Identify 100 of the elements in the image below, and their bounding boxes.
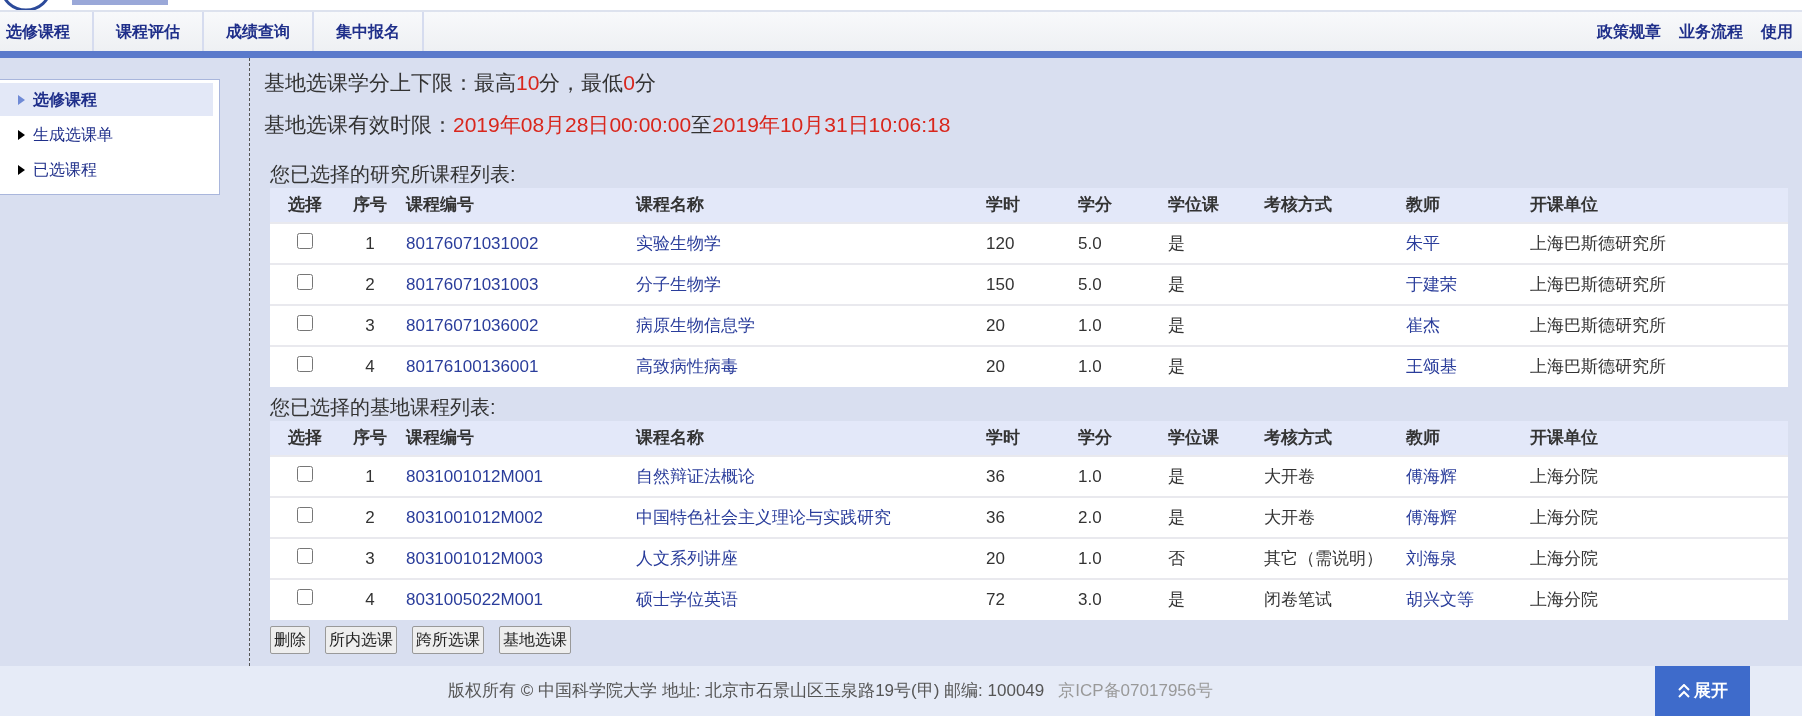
course-link[interactable]: 于建荣 — [1406, 274, 1457, 294]
notice-text: 基地选课有效时限：2019年08月28日00:00:00至2019年10月31日10:06:18 — [264, 112, 952, 138]
course-link[interactable]: 高致病性病毒 — [636, 357, 738, 377]
table-cell: 150 — [986, 274, 1015, 294]
action-button[interactable]: 跨所选课 — [412, 626, 484, 654]
action-button[interactable]: 基地选课 — [499, 626, 571, 654]
course-link[interactable]: 朱平 — [1406, 233, 1440, 253]
sidebar-item[interactable]: 生成选课单 — [0, 118, 213, 151]
table-cell: 上海巴斯德研究所 — [1530, 357, 1666, 377]
table-title: 您已选择的基地课程列表: — [270, 395, 497, 420]
row-checkbox[interactable] — [297, 506, 313, 523]
row-checkbox[interactable] — [297, 465, 313, 482]
table-cell: 大开卷 — [1264, 507, 1315, 527]
table-cell: 20 — [986, 548, 1005, 568]
nav-link[interactable]: 政策规章 — [1588, 12, 1670, 51]
table-cell: 36 — [986, 466, 1005, 486]
column-header: 学分 — [1072, 188, 1162, 223]
table-cell: 上海分院 — [1530, 590, 1598, 610]
table-cell: 是 — [1168, 274, 1185, 294]
course-link[interactable]: 崔杰 — [1406, 315, 1440, 335]
row-checkbox[interactable] — [297, 589, 313, 606]
column-header: 学时 — [980, 188, 1072, 223]
sidebar-item[interactable]: 已选课程 — [0, 153, 213, 186]
table-cell: 否 — [1168, 548, 1185, 568]
column-header: 选择 — [270, 421, 340, 456]
table-cell: 3.0 — [1078, 590, 1102, 610]
row-number: 2 — [365, 274, 375, 294]
copyright-text: 版权所有 © 中国科学院大学 地址: 北京市石景山区玉泉路19号(甲) 邮编: 100049 — [448, 680, 1045, 703]
nav-link[interactable]: 业务流程 — [1670, 12, 1752, 51]
table-cell: 是 — [1168, 466, 1185, 486]
row-number: 3 — [365, 548, 375, 568]
course-link[interactable]: 硕士学位英语 — [636, 590, 738, 610]
triangle-icon — [18, 164, 25, 175]
table-cell: 1.0 — [1078, 466, 1102, 486]
course-link[interactable]: 刘海泉 — [1406, 548, 1457, 568]
column-header: 课程编号 — [400, 421, 630, 456]
course-link[interactable]: 王颂基 — [1406, 357, 1457, 377]
course-link[interactable]: 自然辩证法概论 — [636, 466, 755, 486]
table-cell: 是 — [1168, 357, 1185, 377]
sidebar-item[interactable]: 选修课程 — [0, 83, 213, 116]
course-link[interactable]: 80176071036002 — [406, 315, 539, 335]
table-cell: 上海分院 — [1530, 466, 1598, 486]
table-cell: 72 — [986, 590, 1005, 610]
column-header: 序号 — [340, 188, 400, 223]
course-link[interactable]: 实验生物学 — [636, 233, 721, 253]
course-link[interactable]: 8031001012M001 — [406, 466, 544, 486]
course-link[interactable]: 8031001012M003 — [406, 548, 544, 568]
row-checkbox[interactable] — [297, 314, 313, 331]
column-header: 学时 — [980, 421, 1072, 456]
table-cell: 大开卷 — [1264, 466, 1315, 486]
column-header: 开课单位 — [1524, 188, 1788, 223]
course-link[interactable]: 8031001012M002 — [406, 507, 544, 527]
course-link[interactable]: 80176071031003 — [406, 274, 539, 294]
table-cell: 20 — [986, 315, 1005, 335]
nav-link[interactable]: 使用 — [1752, 12, 1802, 51]
row-number: 1 — [365, 233, 375, 253]
triangle-icon — [18, 129, 25, 140]
notice-text: 基地选课学分上下限：最高10分，最低0分 — [264, 70, 658, 96]
column-header: 课程名称 — [630, 421, 980, 456]
triangle-icon — [18, 94, 25, 105]
table-cell: 5.0 — [1078, 274, 1102, 294]
table-cell: 上海巴斯德研究所 — [1530, 233, 1666, 253]
table-cell: 上海分院 — [1530, 548, 1598, 568]
course-link[interactable]: 人文系列讲座 — [636, 548, 738, 568]
row-checkbox[interactable] — [297, 232, 313, 249]
course-link[interactable]: 傅海辉 — [1406, 507, 1457, 527]
column-header: 课程名称 — [630, 188, 980, 223]
course-link[interactable]: 中国特色社会主义理论与实践研究 — [636, 507, 891, 527]
table-cell: 上海巴斯德研究所 — [1530, 274, 1666, 294]
row-number: 1 — [365, 466, 375, 486]
table-cell: 是 — [1168, 590, 1185, 610]
row-checkbox[interactable] — [297, 356, 313, 373]
table-cell: 36 — [986, 507, 1005, 527]
table-cell: 1.0 — [1078, 548, 1102, 568]
row-checkbox[interactable] — [297, 273, 313, 290]
table-cell: 闭卷笔试 — [1264, 590, 1332, 610]
table-cell: 上海分院 — [1530, 507, 1598, 527]
expand-button[interactable]: 展开 — [1655, 666, 1750, 716]
course-link[interactable]: 分子生物学 — [636, 274, 721, 294]
column-header: 学位课 — [1162, 421, 1258, 456]
row-checkbox[interactable] — [297, 547, 313, 564]
action-button[interactable]: 删除 — [270, 626, 310, 654]
course-link[interactable]: 80176100136001 — [406, 357, 539, 377]
table-cell: 是 — [1168, 315, 1185, 335]
course-link[interactable]: 80176071031002 — [406, 233, 539, 253]
course-link[interactable]: 8031005022M001 — [406, 590, 544, 610]
table-cell: 上海巴斯德研究所 — [1530, 315, 1666, 335]
column-header: 考核方式 — [1258, 188, 1400, 223]
column-header: 考核方式 — [1258, 421, 1400, 456]
course-link[interactable]: 病原生物信息学 — [636, 315, 755, 335]
column-header: 教师 — [1400, 188, 1524, 223]
table-cell: 其它（需说明） — [1264, 548, 1383, 568]
course-link[interactable]: 胡兴文等 — [1406, 590, 1474, 610]
row-number: 2 — [365, 507, 375, 527]
table-cell: 是 — [1168, 233, 1185, 253]
column-header: 开课单位 — [1524, 421, 1788, 456]
action-button[interactable]: 所内选课 — [325, 626, 397, 654]
table-cell: 2.0 — [1078, 507, 1102, 527]
column-header: 学分 — [1072, 421, 1162, 456]
course-link[interactable]: 傅海辉 — [1406, 466, 1457, 486]
